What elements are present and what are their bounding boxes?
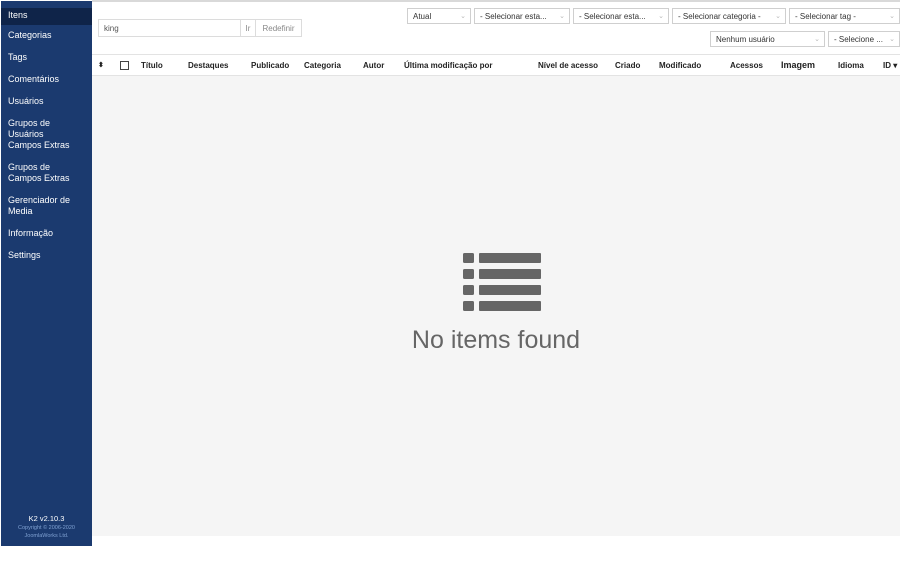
col-published[interactable]: Publicado [251,61,289,70]
col-category[interactable]: Categoria [304,61,341,70]
sidebar-item-label: Grupos de Campos Extras [8,162,70,183]
sidebar-item-label: Categorias [8,30,52,40]
chevron-down-icon: ⌄ [559,13,565,20]
col-title[interactable]: Título [141,61,163,70]
filter-tag-select[interactable]: - Selecionar tag - ⌄ [789,8,900,24]
sidebar-item-comentarios[interactable]: Comentários [1,74,92,85]
list-icon [463,253,541,311]
sidebar-item-label: Itens [8,10,28,20]
table-header: ⬍ Título Destaques Publicado Categoria A… [92,54,900,76]
chevron-down-icon: ⌄ [814,36,820,43]
sidebar-item-settings[interactable]: Settings [1,250,92,261]
sidebar-item-itens[interactable]: Itens [1,8,92,25]
select-value: Atual [413,11,432,21]
sidebar-item-label: Tags [8,52,28,62]
sidebar-item-informacao[interactable]: Informação [1,228,92,239]
sort-icon[interactable]: ⬍ [98,61,104,69]
empty-state: No items found [92,76,900,536]
sidebar-item-label: Informação [8,228,54,238]
filter-status-select[interactable]: Atual ⌄ [407,8,471,24]
copyright-line2: JoomlaWorks Ltd. [24,533,69,539]
col-modified[interactable]: Modificado [659,61,701,70]
sidebar-item-label: Gerenciador de Media [8,195,71,216]
filter-language-select[interactable]: - Selecione ... ⌄ [828,31,900,47]
col-language[interactable]: Idioma [838,61,864,70]
search-bar: Ir Redefinir [98,19,302,37]
sidebar-item-usuarios[interactable]: Usuários [1,96,92,107]
col-access[interactable]: Nível de acesso [538,61,598,70]
chevron-down-icon: ⌄ [775,13,781,20]
sidebar: Itens Categorias Tags Comentários Usuári… [1,1,92,546]
filter-published-select[interactable]: - Selecionar esta... ⌄ [573,8,669,24]
sidebar-item-label: Comentários [8,74,60,84]
copyright-line1: Copyright © 2006-2020 [18,525,75,531]
select-value: - Selecionar esta... [480,11,547,21]
col-id[interactable]: ID ▾ [883,61,897,70]
sidebar-item-label: Grupos de Usuários [8,118,51,139]
select-value: - Selecione ... [834,34,883,44]
empty-message: No items found [411,326,581,354]
chevron-down-icon: ⌄ [889,36,895,43]
filter-user-select[interactable]: Nenhum usuário ⌄ [710,31,825,47]
sidebar-footer: K2 v2.10.3 Copyright © 2006-2020 JoomlaW… [1,514,92,540]
col-hits[interactable]: Acessos [730,61,763,70]
filter-featured-select[interactable]: - Selecionar esta... ⌄ [474,8,570,24]
sidebar-item-grupos-campos-extras[interactable]: Grupos de Campos Extras [1,162,92,184]
select-value: - Selecionar esta... [579,11,646,21]
reset-button[interactable]: Redefinir [256,19,302,37]
select-value: - Selecionar tag - [795,11,856,21]
chevron-down-icon: ⌄ [658,13,664,20]
col-modified-by[interactable]: Última modificação por [404,61,492,70]
select-value: - Selecionar categoria - [678,11,761,21]
select-value: Nenhum usuário [716,34,775,44]
sidebar-item-gerenciador-media[interactable]: Gerenciador de Media [1,195,92,217]
col-created[interactable]: Criado [615,61,640,70]
select-all-checkbox[interactable] [120,61,129,70]
col-featured[interactable]: Destaques [188,61,228,70]
sidebar-item-label: Settings [8,250,41,260]
chevron-down-icon: ⌄ [889,13,895,20]
sidebar-item-categorias[interactable]: Categorias [1,30,92,41]
sidebar-item-grupos-usuarios[interactable]: Grupos de Usuários [1,118,92,140]
go-button[interactable]: Ir [240,19,256,37]
sidebar-item-label: Usuários [8,96,44,106]
sidebar-item-campos-extras[interactable]: Campos Extras [1,140,92,151]
k2-items-page: Itens Categorias Tags Comentários Usuári… [0,0,900,566]
col-author[interactable]: Autor [363,61,384,70]
col-image[interactable]: Imagem [781,60,815,70]
chevron-down-icon: ⌄ [460,13,466,20]
top-divider [92,0,900,2]
filter-category-select[interactable]: - Selecionar categoria - ⌄ [672,8,786,24]
sidebar-item-label: Campos Extras [8,140,70,150]
search-input[interactable] [98,19,240,37]
version-label: K2 v2.10.3 [28,514,65,523]
sidebar-item-tags[interactable]: Tags [1,52,92,63]
